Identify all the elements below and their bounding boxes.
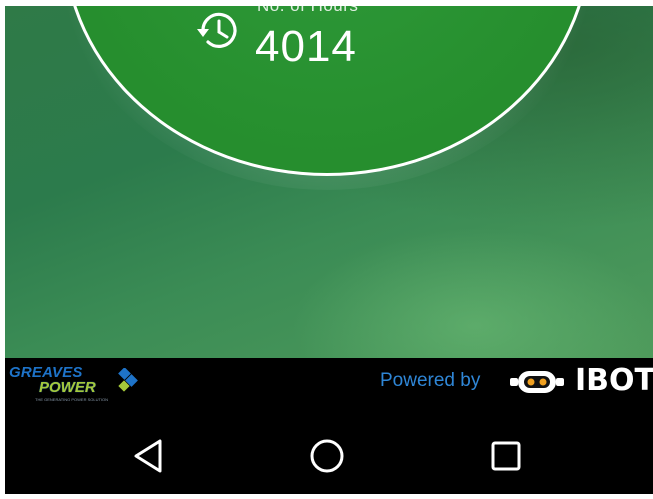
greaves-power-logo: GREAVES POWER THE GENERATING POWER SOLUT… xyxy=(9,364,144,404)
ibot-robot-icon xyxy=(510,371,564,393)
greaves-logo-bottom: POWER xyxy=(39,379,96,396)
greaves-logo-tagline: THE GENERATING POWER SOLUTION xyxy=(35,397,109,402)
home-circle-icon[interactable] xyxy=(307,436,347,476)
app-background: No. of Hours 4014 xyxy=(5,6,653,358)
history-clock-icon xyxy=(197,12,237,48)
powered-by-text: Powered by xyxy=(380,370,481,391)
android-navigation-bar xyxy=(5,408,653,494)
brand-bar: GREAVES POWER THE GENERATING POWER SOLUT… xyxy=(5,358,653,408)
hours-value: 4014 xyxy=(255,22,357,71)
recents-square-icon[interactable] xyxy=(486,436,526,476)
hours-label: No. of Hours xyxy=(257,6,358,16)
app-screen: No. of Hours 4014 GREAVES POWER THE GENE… xyxy=(5,6,653,494)
ibot-wordmark: IBOT xyxy=(575,363,653,398)
greaves-diamond-icon xyxy=(118,368,138,392)
back-triangle-icon[interactable] xyxy=(130,436,170,476)
